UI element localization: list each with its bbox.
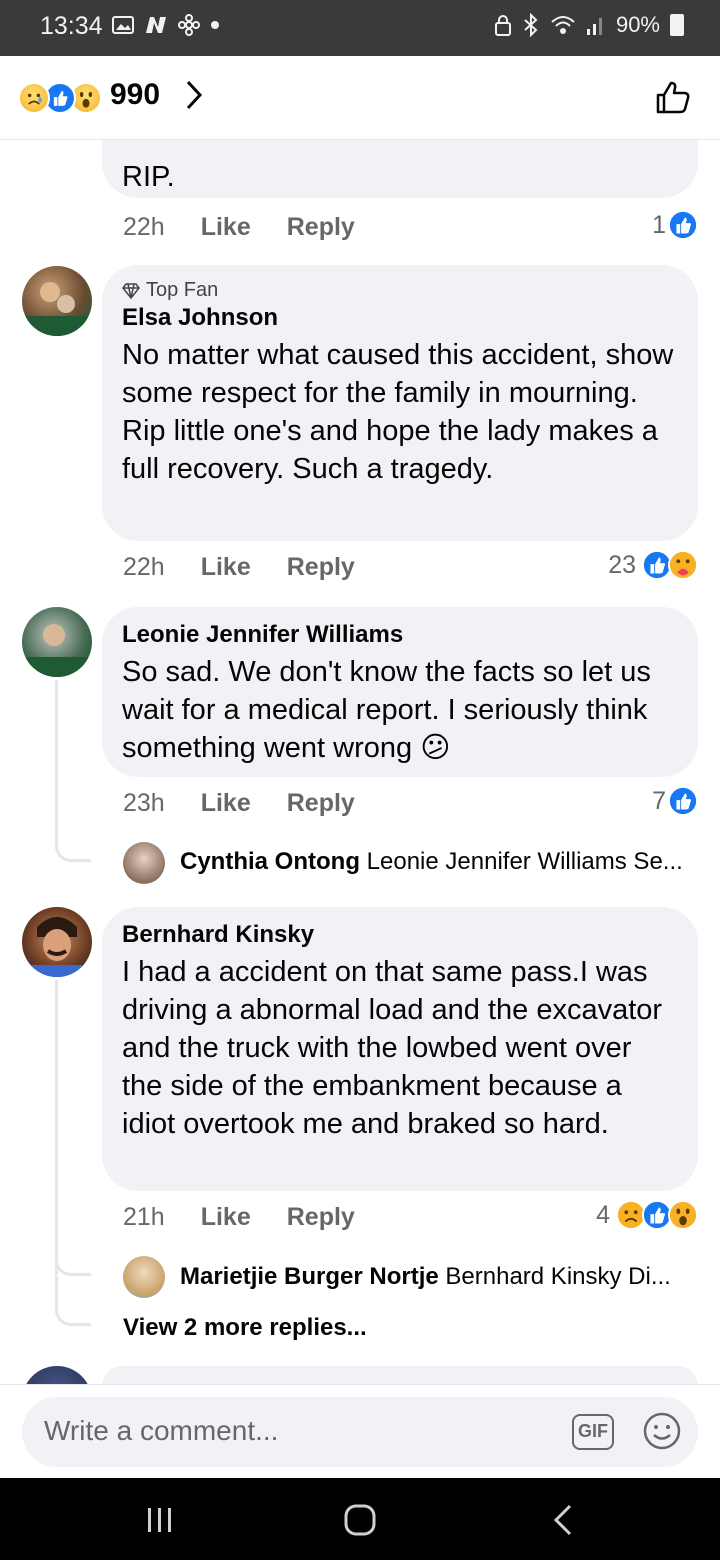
reaction-summary[interactable] — [18, 82, 108, 114]
comment-input[interactable]: Write a comment... GIF — [22, 1397, 698, 1467]
comments-sheet: 990 RIP. 22h Like Reply 1 Top Fan Elsa J… — [0, 56, 720, 1478]
comment-reaction-count[interactable]: 23 — [608, 550, 698, 580]
avatar[interactable] — [22, 907, 92, 977]
home-icon[interactable] — [340, 1500, 380, 1540]
like-button[interactable]: Like — [201, 789, 251, 818]
comment-author[interactable]: Bernhard Kinsky — [122, 921, 678, 949]
avatar[interactable] — [22, 266, 92, 336]
reply-preview[interactable]: Cynthia Ontong Leonie Jennifer Williams … — [180, 848, 683, 876]
like-reaction-icon — [668, 786, 698, 816]
comment-reaction-count[interactable]: 7 — [652, 786, 698, 816]
comment-author[interactable]: Leonie Jennifer Williams — [122, 621, 678, 649]
like-button[interactable]: Like — [201, 553, 251, 582]
comment-bubble[interactable]: Top Fan Elsa Johnson No matter what caus… — [102, 265, 698, 541]
comment-reaction-count[interactable]: 1 — [652, 210, 698, 240]
avatar[interactable] — [22, 607, 92, 677]
fan-icon — [178, 14, 200, 36]
thread-line — [55, 980, 58, 1275]
like-button[interactable]: Like — [201, 213, 251, 242]
status-time: 13:34 — [40, 12, 103, 40]
reply-snippet: Bernhard Kinsky Di... — [445, 1263, 671, 1290]
reactions-header[interactable]: 990 — [0, 56, 720, 140]
comment-bubble[interactable]: Leonie Jennifer Williams So sad. We don'… — [102, 607, 698, 777]
image-icon — [112, 16, 134, 34]
n-icon — [146, 17, 166, 33]
reply-preview[interactable]: Marietjie Burger Nortje Bernhard Kinsky … — [180, 1263, 671, 1291]
comment-bubble[interactable]: Bernhard Kinsky I had a accident on that… — [102, 907, 698, 1191]
comment-actions: 22h Like Reply — [123, 213, 355, 242]
comment-composer: Write a comment... GIF — [0, 1384, 720, 1478]
top-fan-badge: Top Fan — [122, 279, 678, 302]
comment-author[interactable]: Elsa Johnson — [122, 304, 678, 332]
like-reaction-icon — [668, 210, 698, 240]
thread-line — [55, 1276, 91, 1326]
reply-button[interactable]: Reply — [287, 553, 355, 582]
comment-time: 22h — [123, 553, 165, 581]
dot-icon — [211, 21, 219, 29]
chevron-right-icon[interactable] — [180, 78, 208, 112]
reply-author[interactable]: Cynthia Ontong — [180, 848, 360, 875]
reply-button[interactable]: Reply — [287, 213, 355, 242]
wow-reaction-icon — [668, 1200, 698, 1230]
reply-snippet: Leonie Jennifer Williams Se... — [366, 848, 683, 875]
comment-text: No matter what caused this accident, sho… — [122, 339, 674, 485]
reply-button[interactable]: Reply — [287, 1203, 355, 1232]
bluetooth-icon — [524, 13, 538, 37]
reply-button[interactable]: Reply — [287, 789, 355, 818]
comment-text: I had a accident on that same pass.I was… — [122, 956, 663, 1140]
sad-reaction-icon — [18, 82, 50, 114]
avatar[interactable] — [123, 1256, 165, 1298]
diamond-icon — [122, 282, 140, 299]
system-navigation-bar — [0, 1478, 720, 1560]
signal-icon — [586, 18, 602, 35]
lock-icon — [494, 15, 511, 36]
comment-text: So sad. We don't know the facts so let u… — [122, 656, 651, 764]
comment-actions: 22h Like Reply — [123, 553, 355, 582]
back-icon[interactable] — [544, 1500, 584, 1540]
like-button[interactable]: Like — [201, 1203, 251, 1232]
emoji-icon[interactable] — [642, 1411, 682, 1451]
reply-author[interactable]: Marietjie Burger Nortje — [180, 1263, 439, 1290]
comment-input-placeholder: Write a comment... — [44, 1415, 279, 1446]
comment-actions: 23h Like Reply — [123, 789, 355, 818]
comment-time: 21h — [123, 1203, 165, 1231]
battery-percent: 90% — [615, 12, 660, 37]
recent-apps-icon[interactable] — [140, 1500, 180, 1540]
battery-icon — [670, 14, 684, 36]
avatar[interactable] — [123, 842, 165, 884]
like-icon[interactable] — [654, 78, 692, 116]
gif-button[interactable]: GIF — [572, 1414, 614, 1450]
comment-text: RIP. — [122, 161, 175, 193]
comment-time: 23h — [123, 789, 165, 817]
reaction-count[interactable]: 990 — [110, 78, 160, 112]
comment-reaction-count[interactable]: 4 — [596, 1200, 698, 1230]
thread-line — [55, 1236, 91, 1276]
view-more-replies[interactable]: View 2 more replies... — [123, 1314, 367, 1342]
care-reaction-icon — [668, 550, 698, 580]
comment-actions: 21h Like Reply — [123, 1203, 355, 1232]
comment-time: 22h — [123, 213, 165, 241]
status-bar: 13:34 90% — [0, 0, 720, 56]
wifi-icon — [551, 16, 575, 34]
thread-line — [55, 680, 91, 862]
